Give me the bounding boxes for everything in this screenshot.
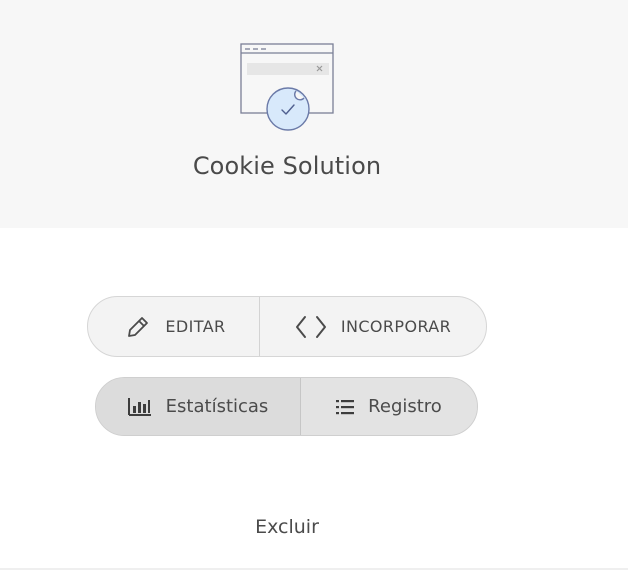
delete-link[interactable]: Excluir [0, 516, 574, 538]
statistics-button-label: Estatísticas [165, 396, 269, 417]
primary-actions-group: EDITAR INCORPORAR [87, 296, 487, 357]
secondary-actions-group: Estatísticas Registro [95, 377, 478, 436]
edit-button[interactable]: EDITAR [88, 297, 259, 356]
statistics-button[interactable]: Estatísticas [96, 378, 300, 435]
product-card: Cookie Solution EDITAR INCORPORAR Estatí… [0, 0, 628, 570]
embed-button-label: INCORPORAR [340, 317, 452, 336]
bar-chart-icon [127, 397, 152, 417]
pencil-icon [125, 314, 151, 340]
cookie-check-icon [240, 43, 334, 131]
code-icon [295, 315, 327, 339]
card-header: Cookie Solution [0, 0, 628, 228]
log-button[interactable]: Registro [300, 378, 477, 435]
log-button-label: Registro [368, 396, 442, 417]
edit-button-label: EDITAR [165, 317, 226, 336]
list-icon [336, 399, 355, 415]
product-title: Cookie Solution [192, 152, 382, 180]
embed-button[interactable]: INCORPORAR [259, 297, 486, 356]
